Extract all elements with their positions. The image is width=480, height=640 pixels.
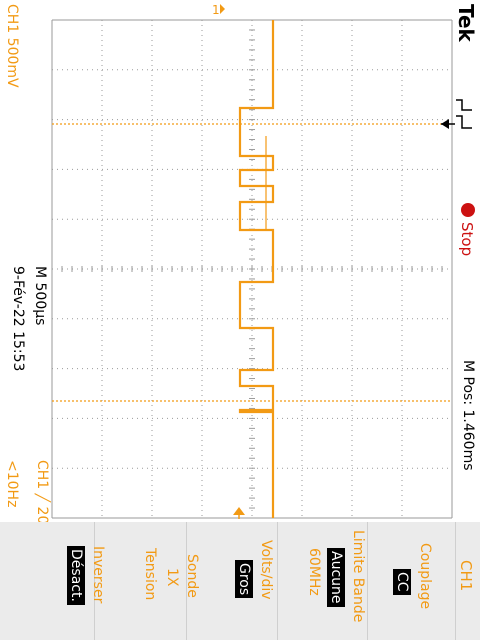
trigger-level-icon <box>440 117 456 134</box>
volts-div-value: Gros <box>235 560 253 599</box>
probe-value-2: Tension <box>142 548 158 601</box>
scope-display <box>51 19 453 519</box>
probe-label: Sonde <box>184 554 200 598</box>
trigger-position-icon: 1 <box>212 2 226 21</box>
bandwidth-limit-value-2: 60MHz <box>306 548 322 596</box>
coupling-label: Couplage <box>417 543 433 610</box>
run-state-label: Stop <box>458 222 476 257</box>
bandwidth-limit-value: Aucune <box>327 548 345 607</box>
horizontal-position-readout: M Pos: 1.460ms <box>460 360 476 471</box>
invert-value: Désact. <box>67 546 85 605</box>
menu-divider <box>455 522 456 640</box>
timebase-readout: M 500µs <box>32 266 48 326</box>
menu-divider <box>277 522 278 640</box>
coupling-value: CC <box>393 569 411 595</box>
red-dot-icon <box>460 202 476 221</box>
probe-value: 1X <box>164 568 180 587</box>
volts-div-label: Volts/div <box>258 540 274 600</box>
ch1-scale-readout: CH1 500mV <box>4 4 20 88</box>
invert-label: Inverser <box>90 546 106 604</box>
ch1-ground-marker-icon <box>232 507 246 522</box>
svg-text:1: 1 <box>212 3 220 17</box>
menu-divider <box>367 522 368 640</box>
bandwidth-limit-label: Limite Bande <box>350 530 366 623</box>
oscilloscope-screen: Tek CH1 500mV 1 Stop M 500µs 9-Fév-22 15… <box>0 0 480 640</box>
menu-title: CH1 <box>457 560 475 592</box>
date-time-readout: 9-Fév-22 15:53 <box>10 266 26 372</box>
graticule <box>51 19 453 519</box>
frequency-readout: <10Hz <box>4 460 20 508</box>
ch1-waveform-trace <box>238 20 275 518</box>
brand-logo: Tek <box>454 4 478 42</box>
